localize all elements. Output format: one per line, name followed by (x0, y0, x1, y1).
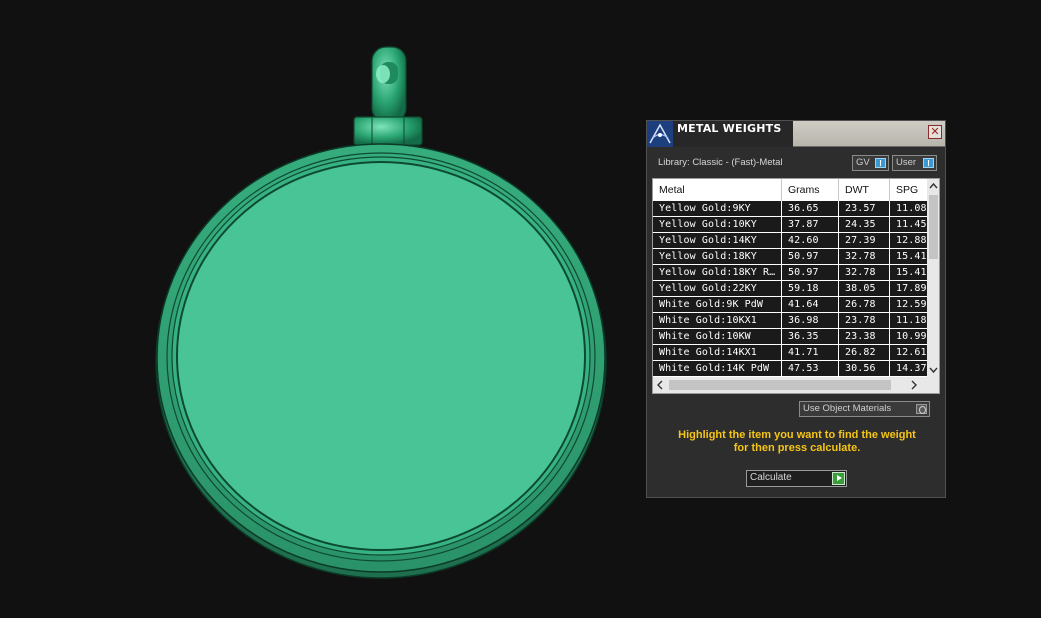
user-toggle-label: User (896, 157, 917, 168)
calculate-button[interactable]: Calculate (746, 470, 847, 487)
cell-dwt: 27.39 (839, 233, 890, 248)
cell-spg: 11.08 (896, 203, 927, 214)
column-header-grams[interactable]: Grams (782, 179, 839, 201)
column-header-spg[interactable]: SPG (890, 179, 927, 201)
cell-spg: 14.37 (896, 363, 927, 374)
instruction-line-1: Highlight the item you want to find the … (678, 429, 916, 441)
scroll-corner (927, 377, 939, 393)
cell-metal: Yellow Gold:18KY R... (653, 265, 782, 280)
cell-metal: Yellow Gold:14KY (653, 233, 782, 248)
cell-metal: Yellow Gold:22KY (653, 281, 782, 296)
cell-dwt: 32.78 (839, 249, 890, 264)
table-body: Yellow Gold:9KY 36.65 23.57 11.08 Yellow Go… (653, 201, 927, 377)
cell-metal: Yellow Gold:9KY (653, 201, 782, 216)
gv-toggle[interactable]: GV (852, 155, 889, 171)
cell-dwt: 38.05 (839, 281, 890, 296)
cell-metal: White Gold:10KX1 (653, 313, 782, 328)
cell-dwt: 23.57 (839, 201, 890, 216)
cell-dwt: 23.38 (839, 329, 890, 344)
cell-spg: 15.41 (896, 267, 927, 278)
table-row[interactable]: Yellow Gold:9KY 36.65 23.57 11.08 (653, 201, 927, 217)
play-icon (832, 472, 845, 485)
cell-grams: 50.97 (782, 265, 839, 280)
library-label: Library: Classic - (Fast)-Metal (658, 157, 783, 168)
table-header: Metal Grams DWT SPG (653, 179, 927, 201)
cell-grams: 42.60 (782, 233, 839, 248)
instruction-line-2: for then press calculate. (733, 442, 861, 454)
radio-icon (916, 404, 927, 414)
cell-metal: White Gold:14K PdW (653, 361, 782, 376)
table-row[interactable]: Yellow Gold:10KY 37.87 24.35 11.45 (653, 217, 927, 233)
metal-weights-panel: METAL WEIGHTS ✕ Library: Classic - (Fast… (646, 120, 946, 498)
column-header-metal[interactable]: Metal (653, 179, 782, 201)
cell-spg: 12.88 (896, 235, 927, 246)
table-row[interactable]: Yellow Gold:18KY 50.97 32.78 15.41 (653, 249, 927, 265)
toggle-switch-icon (875, 158, 886, 168)
cell-grams: 36.65 (782, 201, 839, 216)
cell-spg: 11.45 (896, 219, 927, 230)
metal-table[interactable]: Metal Grams DWT SPG Yellow Gold:9KY 36.65… (652, 178, 940, 394)
cell-dwt: 26.82 (839, 345, 890, 360)
toggle-switch-icon (923, 158, 934, 168)
chevron-right-icon[interactable] (907, 377, 921, 393)
chevron-left-icon[interactable] (653, 377, 667, 393)
table-row[interactable]: White Gold:14K PdW 47.53 30.56 14.37 (653, 361, 927, 377)
cell-grams: 36.98 (782, 313, 839, 328)
cell-grams: 59.18 (782, 281, 839, 296)
use-object-materials-toggle[interactable]: Use Object Materials (799, 401, 930, 417)
panel-titlebar[interactable]: METAL WEIGHTS ✕ (647, 121, 945, 147)
cell-metal: Yellow Gold:18KY (653, 249, 782, 264)
table-row[interactable]: White Gold:14KX1 41.71 26.82 12.61 (653, 345, 927, 361)
cell-dwt: 26.78 (839, 297, 890, 312)
cell-spg: 12.59 (896, 299, 927, 310)
horizontal-scroll-thumb[interactable] (669, 380, 891, 390)
table-row[interactable]: Yellow Gold:18KY R... 50.97 32.78 15.41 (653, 265, 927, 281)
horizontal-scrollbar[interactable] (653, 377, 939, 393)
cell-spg: 17.89 (896, 283, 927, 294)
cell-grams: 36.35 (782, 329, 839, 344)
chevron-up-icon[interactable] (927, 179, 939, 193)
cell-metal: White Gold:14KX1 (653, 345, 782, 360)
instruction-text: Highlight the item you want to find the … (657, 429, 937, 455)
chevron-down-icon[interactable] (927, 363, 939, 377)
calculate-label: Calculate (750, 472, 792, 483)
cell-spg: 10.99 (896, 331, 927, 342)
cell-grams: 37.87 (782, 217, 839, 232)
table-row[interactable]: White Gold:9K PdW 41.64 26.78 12.59 (653, 297, 927, 313)
cell-dwt: 30.56 (839, 361, 890, 376)
cell-spg: 15.41 (896, 251, 927, 262)
user-toggle[interactable]: User (892, 155, 937, 171)
app-logo-icon (647, 121, 673, 147)
cell-dwt: 32.78 (839, 265, 890, 280)
column-header-dwt[interactable]: DWT (839, 179, 890, 201)
cell-dwt: 24.35 (839, 217, 890, 232)
table-row[interactable]: White Gold:10KX1 36.98 23.78 11.18 (653, 313, 927, 329)
cell-spg: 12.61 (896, 347, 927, 358)
close-icon[interactable]: ✕ (928, 125, 942, 139)
cell-grams: 41.64 (782, 297, 839, 312)
use-object-materials-label: Use Object Materials (803, 403, 892, 414)
cell-metal: Yellow Gold:10KY (653, 217, 782, 232)
cell-spg: 11.18 (896, 315, 927, 326)
vertical-scroll-thumb[interactable] (929, 195, 938, 259)
table-row[interactable]: Yellow Gold:14KY 42.60 27.39 12.88 (653, 233, 927, 249)
vertical-scrollbar[interactable] (927, 179, 939, 377)
table-row[interactable]: Yellow Gold:22KY 59.18 38.05 17.89 (653, 281, 927, 297)
table-row[interactable]: White Gold:10KW 36.35 23.38 10.99 (653, 329, 927, 345)
cell-metal: White Gold:10KW (653, 329, 782, 344)
cell-grams: 47.53 (782, 361, 839, 376)
cell-grams: 50.97 (782, 249, 839, 264)
cell-metal: White Gold:9K PdW (653, 297, 782, 312)
cell-dwt: 23.78 (839, 313, 890, 328)
cell-grams: 41.71 (782, 345, 839, 360)
panel-title: METAL WEIGHTS (677, 122, 782, 135)
gv-toggle-label: GV (856, 157, 870, 168)
